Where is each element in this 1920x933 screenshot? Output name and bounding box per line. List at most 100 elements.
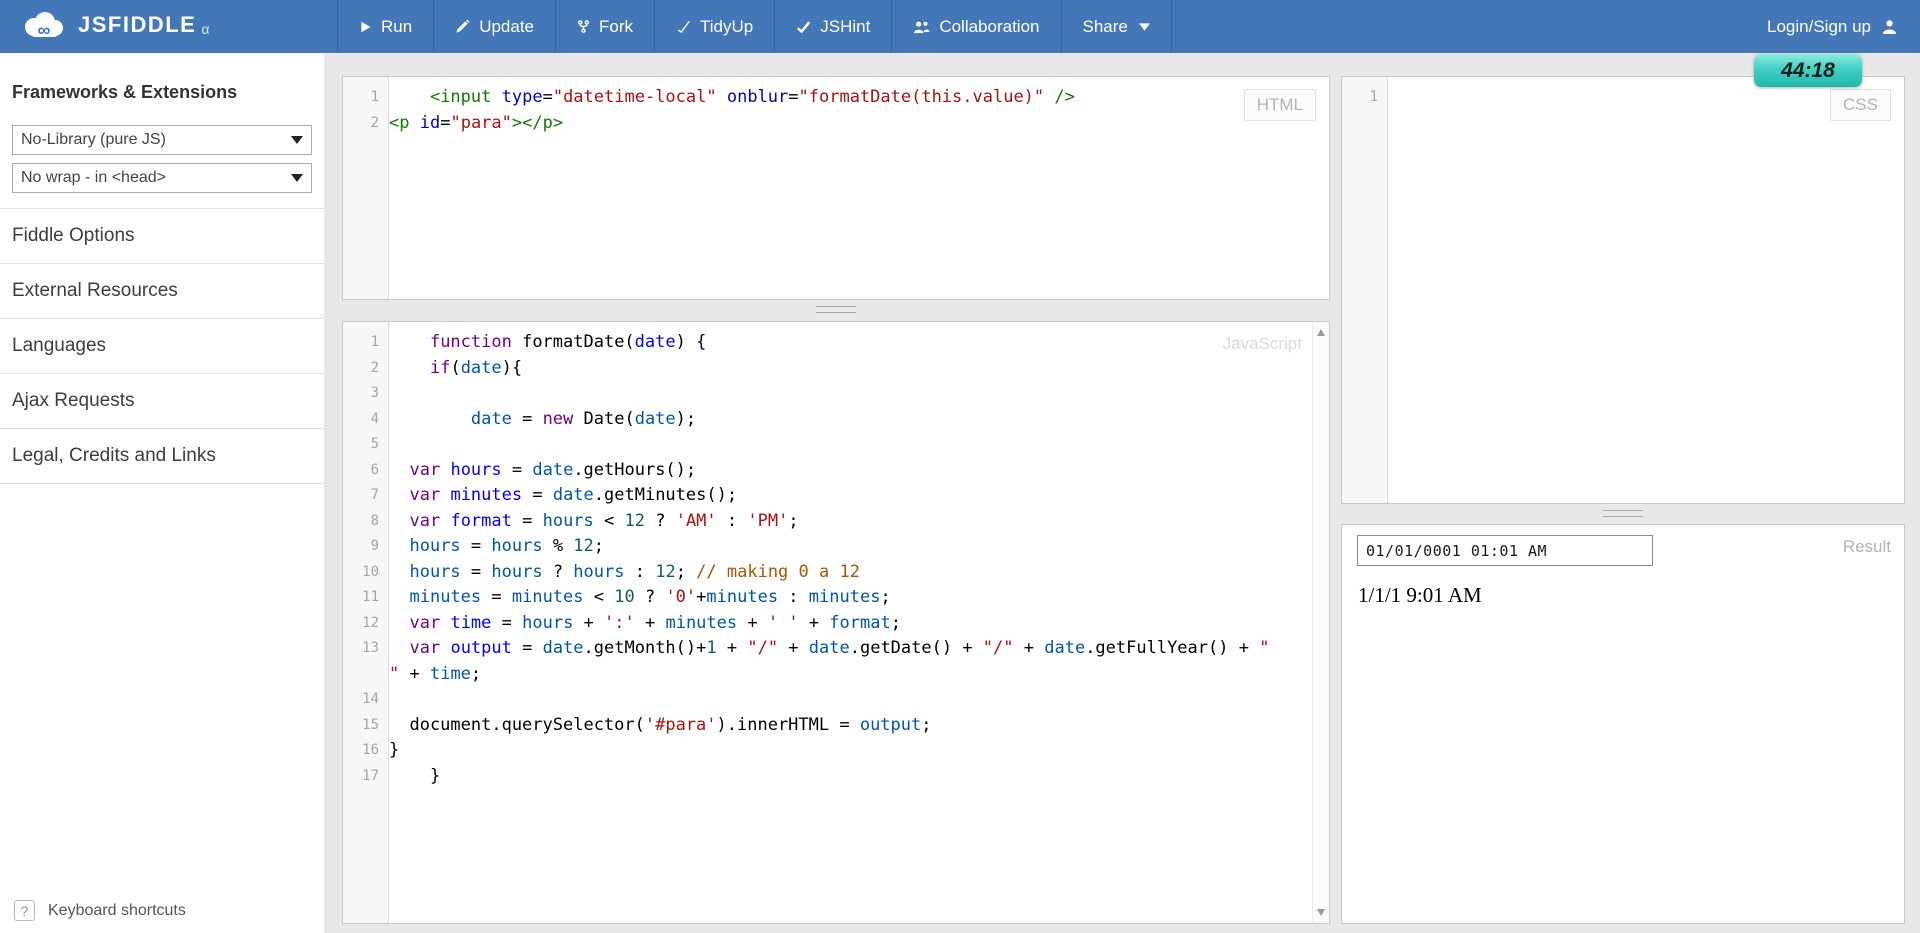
play-icon — [359, 20, 372, 34]
user-icon — [1881, 19, 1898, 35]
code-line: 17 } — [343, 764, 1312, 790]
line-number: 13 — [362, 640, 379, 656]
horizontal-splitter-right[interactable] — [1603, 510, 1643, 517]
code-line: 1 <input type="datetime-local" onblur="f… — [343, 85, 1329, 111]
code-line: 15 document.querySelector('#para').inner… — [343, 713, 1312, 739]
code-line: 7 var minutes = date.getMinutes(); — [343, 483, 1312, 509]
line-number: 1 — [370, 89, 379, 105]
line-number — [343, 662, 389, 688]
line-number: 10 — [362, 563, 379, 580]
html-editor-panel: 1 <input type="datetime-local" onblur="f… — [342, 76, 1330, 300]
cloud-infinity-logo-icon: ∞ — [20, 9, 66, 41]
code-line: 1 — [1342, 85, 1904, 111]
dropdown-arrow-icon — [291, 174, 303, 182]
library-select-value: No-Library (pure JS) — [21, 131, 166, 148]
javascript-editor[interactable]: 1 function formatDate(date) {2 if(date){… — [343, 322, 1329, 923]
code-line: 1 function formatDate(date) { — [343, 330, 1312, 356]
nav-button-run[interactable]: Run — [337, 0, 433, 53]
line-number: 4 — [370, 410, 379, 427]
line-number: 7 — [370, 487, 379, 503]
line-number: 8 — [370, 512, 379, 529]
code-line: 2 if(date){ — [343, 356, 1312, 382]
code-line: 6 var hours = date.getHours(); — [343, 458, 1312, 484]
nav-button-fork[interactable]: Fork — [555, 0, 654, 53]
nav-button-jshint[interactable]: JSHint — [774, 0, 891, 53]
code-line: 8 var format = hours < 12 ? 'AM' : 'PM'; — [343, 509, 1312, 535]
nav-button-label: JSHint — [820, 16, 871, 36]
line-number: 16 — [362, 742, 379, 758]
code-line: 14 — [343, 687, 1312, 713]
logo-text: JSFIDDLE — [78, 12, 197, 37]
code-line: 5 — [343, 432, 1312, 458]
nav-button-label: Fork — [599, 16, 634, 36]
code-line: 2 <p id="para"></p> — [343, 111, 1329, 137]
line-number: 2 — [370, 114, 379, 131]
bold-check-icon — [796, 20, 811, 34]
fork-icon — [577, 19, 590, 34]
result-panel-label: Result — [1842, 537, 1891, 556]
wrap-select-value: No wrap - in <head> — [21, 169, 166, 186]
code-line: 16} — [343, 738, 1312, 764]
line-number: 1 — [1369, 89, 1378, 105]
nav-button-label: TidyUp — [700, 16, 754, 36]
sidebar-item-ajax-requests[interactable]: Ajax Requests — [0, 374, 324, 429]
login-signup-label: Login/Sign up — [1767, 16, 1871, 36]
time-spent-badge: 44:18 — [1754, 54, 1862, 87]
line-number: 11 — [362, 589, 379, 605]
javascript-editor-panel: 1 function formatDate(date) {2 if(date){… — [342, 321, 1330, 924]
line-number: 2 — [370, 359, 379, 376]
pencil-icon — [455, 19, 470, 34]
sidebar: Frameworks & Extensions No-Library (pure… — [0, 53, 324, 933]
code-line: 9 hours = hours % 12; — [343, 534, 1312, 560]
code-line: 10 hours = hours ? hours : 12; // making… — [343, 560, 1312, 586]
result-panel: Result 1/1/1 9:01 AM — [1341, 524, 1905, 924]
keyboard-shortcuts-link[interactable]: Keyboard shortcuts — [48, 902, 186, 920]
sidebar-item-external-resources[interactable]: External Resources — [0, 264, 324, 319]
sidebar-item-fiddle-options[interactable]: Fiddle Options — [0, 209, 324, 264]
sidebar-item-languages[interactable]: Languages — [0, 319, 324, 374]
keyboard-shortcuts-row: ? Keyboard shortcuts — [14, 900, 186, 921]
nav-button-tidyup[interactable]: TidyUp — [654, 0, 774, 53]
alpha-badge: α — [201, 20, 210, 37]
jsfiddle-logo[interactable]: ∞ JSFIDDLE α — [20, 9, 209, 41]
help-icon[interactable]: ? — [14, 900, 35, 921]
wrap-select[interactable]: No wrap - in <head> — [12, 163, 312, 193]
nav-button-label: Run — [381, 16, 413, 36]
css-editor[interactable]: 1 — [1342, 77, 1904, 503]
line-number: 9 — [370, 538, 379, 554]
nav-button-update[interactable]: Update — [433, 0, 555, 53]
line-number: 12 — [362, 614, 379, 631]
scroll-down-arrow-icon[interactable] — [1317, 909, 1325, 916]
html-panel-label: HTML — [1243, 89, 1316, 121]
horizontal-splitter-left[interactable] — [816, 306, 856, 313]
code-line: 13 var output = date.getMonth()+1 + "/" … — [343, 636, 1312, 662]
line-number: 5 — [370, 436, 379, 452]
css-editor-panel: 1 CSS — [1341, 76, 1905, 504]
line-number-gutter — [1342, 77, 1388, 503]
datetime-input[interactable] — [1357, 535, 1653, 566]
line-number: 6 — [370, 461, 379, 478]
code-line: 3 — [343, 381, 1312, 407]
nav-button-label: Collaboration — [939, 16, 1040, 36]
line-number: 3 — [370, 385, 379, 401]
nav-button-collaboration[interactable]: Collaboration — [891, 0, 1060, 53]
javascript-panel-label: JavaScript — [1222, 334, 1302, 353]
js-editor-scrollbar[interactable] — [1312, 322, 1329, 923]
library-select[interactable]: No-Library (pure JS) — [12, 125, 312, 155]
sidebar-item-legal-credits[interactable]: Legal, Credits and Links — [0, 429, 324, 484]
navbar: ∞ JSFIDDLE α Run Update Fork TidyUp JSHint Co… — [0, 0, 1920, 53]
scroll-up-arrow-icon[interactable] — [1317, 329, 1325, 336]
login-signup-button[interactable]: Login/Sign up — [1767, 0, 1898, 53]
people-icon — [913, 20, 930, 34]
sidebar-heading: Frameworks & Extensions — [12, 82, 238, 102]
result-output-text: 1/1/1 9:01 AM — [1358, 583, 1482, 607]
html-editor[interactable]: 1 <input type="datetime-local" onblur="f… — [343, 77, 1329, 299]
nav-button-share[interactable]: Share — [1060, 0, 1172, 53]
line-number: 14 — [362, 691, 379, 707]
css-panel-label: CSS — [1830, 89, 1891, 121]
chevron-down-icon — [1138, 22, 1150, 31]
tidy-check-icon — [676, 20, 691, 34]
dropdown-arrow-icon — [291, 136, 303, 144]
svg-text:∞: ∞ — [38, 20, 51, 40]
code-line: " + time; — [343, 662, 1312, 688]
